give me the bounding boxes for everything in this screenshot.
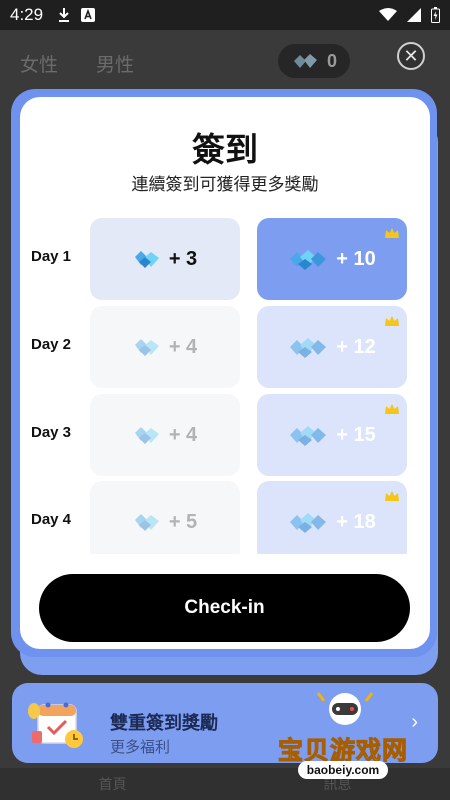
close-icon: ✕ [403, 46, 419, 66]
vip-reward-cell: + 15 [257, 394, 407, 476]
reward-row: Day 4 + 5 + 18 [20, 481, 430, 554]
background-tabs: 女性 男性 [20, 50, 134, 77]
chevron-right-icon: › [411, 711, 418, 733]
vip-reward-amount: + 12 [336, 335, 376, 358]
basic-reward-cell: + 4 [90, 394, 240, 476]
basic-reward-amount: + 5 [168, 510, 198, 533]
basic-reward-cell: + 4 [90, 306, 240, 388]
basic-reward-amount: + 3 [168, 247, 198, 270]
basic-reward-cell: + 3 [90, 218, 240, 300]
day-label: Day 3 [31, 424, 72, 441]
day-label: Day 1 [31, 248, 72, 265]
vip-reward-amount: + 18 [336, 510, 376, 533]
coin-balance: 0 [278, 44, 350, 78]
game-controller-icon [316, 692, 374, 725]
vip-reward-cell: + 12 [257, 306, 407, 388]
basic-reward-cell: + 5 [90, 481, 240, 554]
watermark-url: baobeiy.com [298, 761, 388, 779]
vip-reward-amount: + 15 [336, 423, 376, 446]
download-icon [59, 8, 70, 22]
gem-pile-icon [290, 513, 327, 533]
reward-row: Day 2 + 4 + 12 [20, 306, 430, 388]
crown-icon [385, 316, 399, 326]
close-button[interactable]: ✕ [397, 42, 425, 70]
nav-home: 首頁 [98, 776, 127, 792]
tab-male: 男性 [96, 55, 135, 76]
gem-pile-icon [290, 250, 327, 270]
crown-icon [385, 228, 399, 238]
basic-reward-amount: + 4 [168, 335, 198, 358]
status-time: 4:29 [10, 5, 44, 24]
vip-reward-cell: + 18 [257, 481, 407, 554]
gem-icon [134, 251, 159, 268]
modal-subtitle: 連續簽到可獲得更多獎勵 [131, 175, 319, 194]
gem-pile-icon [290, 338, 327, 358]
reward-grid[interactable]: Day 1 + 3 + 10 Day 2 + 4 + 12 Day 3 + 4 … [20, 218, 430, 554]
tab-female: 女性 [20, 55, 59, 76]
crown-icon [385, 404, 399, 414]
day-label: Day 2 [31, 336, 72, 353]
modal-title: 簽到 [192, 131, 258, 168]
vip-reward-cell: + 10 [257, 218, 407, 300]
a-icon [81, 8, 96, 22]
crown-icon [385, 491, 399, 501]
vip-reward-amount: + 10 [336, 247, 376, 270]
checkin-modal: 簽到 連續簽到可獲得更多獎勵 Day 1 + 3 + 10 Day 2 + 4 [20, 97, 430, 649]
banner-subtitle: 更多福利 [110, 739, 171, 756]
coin-count: 0 [326, 50, 337, 71]
gem-icon [134, 514, 159, 531]
basic-reward-amount: + 4 [168, 423, 198, 446]
gem-icon [134, 427, 159, 444]
reward-row: Day 3 + 4 + 15 [20, 394, 430, 476]
reward-row: Day 1 + 3 + 10 [20, 218, 430, 300]
gem-pile-icon [290, 426, 327, 446]
gem-pile-icon [293, 54, 317, 68]
signal-icon [407, 8, 421, 22]
banner-title: 雙重簽到獎勵 [110, 713, 218, 733]
day-label: Day 4 [31, 511, 72, 528]
status-bar: 4:29 [0, 0, 450, 30]
wifi-icon [379, 8, 397, 21]
gem-icon [134, 339, 159, 356]
calendar-gift-icon [28, 702, 83, 748]
checkin-button[interactable]: Check-in [39, 574, 410, 642]
battery-icon [431, 7, 440, 23]
